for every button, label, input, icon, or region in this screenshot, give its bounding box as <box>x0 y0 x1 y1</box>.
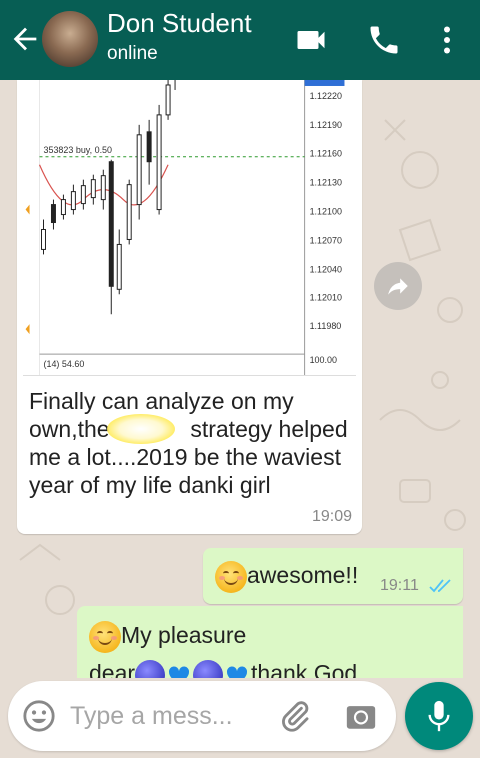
message-text: thank God <box>251 660 358 678</box>
smiling-emoji-icon <box>215 560 247 593</box>
message-input-bar <box>8 681 396 751</box>
attach-icon[interactable] <box>278 699 312 733</box>
message-time: 19:11 <box>380 577 419 594</box>
avatar[interactable] <box>42 11 98 67</box>
order-label: 353823 buy, 0.50 <box>43 145 112 155</box>
blue-heart-icon <box>169 666 190 678</box>
outgoing-message[interactable]: My pleasure dear thank God <box>77 606 463 678</box>
message-line-1: My pleasure <box>89 620 246 653</box>
message-time: 19:09 <box>311 508 352 525</box>
forward-icon <box>388 278 408 295</box>
mic-icon <box>428 700 450 732</box>
phone-icon[interactable] <box>366 22 402 58</box>
purple-circle-emoji-icon <box>135 659 166 678</box>
message-text: dear <box>89 660 136 678</box>
read-ticks-icon <box>429 579 451 593</box>
price-tick: 1.12100 <box>310 207 342 217</box>
voice-message-button[interactable] <box>405 682 473 750</box>
message-line-2: dear thank God <box>89 658 357 678</box>
video-call-icon[interactable] <box>293 22 329 58</box>
message-input[interactable] <box>70 699 260 733</box>
blurred-word-highlight <box>107 414 175 444</box>
price-tick: 1.12160 <box>310 149 342 159</box>
indicator-label: (14) 54.60 <box>43 359 84 369</box>
emoji-icon[interactable] <box>22 699 56 733</box>
blue-heart-icon <box>227 666 248 678</box>
chat-header: Don Student online <box>0 0 480 80</box>
smiling-emoji-icon <box>89 620 121 653</box>
purple-circle-emoji-icon <box>193 659 224 678</box>
incoming-message[interactable]: 353823 buy, 0.50 1.12220 1.12190 1.12160… <box>17 80 362 534</box>
message-caption: Finally can analyze on my own,the strate… <box>29 387 349 499</box>
price-tick: 1.12040 <box>310 264 342 274</box>
forward-button[interactable] <box>374 262 422 310</box>
price-tick: 1.12010 <box>310 292 342 302</box>
outgoing-message[interactable]: awesome!! 19:11 <box>203 548 463 604</box>
price-tick: 1.12070 <box>310 235 342 245</box>
contact-name[interactable]: Don Student <box>107 8 252 38</box>
camera-icon[interactable] <box>344 700 378 732</box>
message-text: awesome!! <box>247 562 359 588</box>
back-arrow-icon[interactable] <box>8 22 42 56</box>
price-tick: 1.12190 <box>310 120 342 130</box>
message-text: My pleasure <box>121 622 247 648</box>
price-tick: 1.12130 <box>310 178 342 188</box>
more-options-icon[interactable] <box>429 22 465 58</box>
price-tick: 1.12220 <box>310 91 342 101</box>
indicator-scale: 100.00 <box>310 355 337 365</box>
message-text-row: awesome!! <box>215 559 358 593</box>
trading-chart-screenshot[interactable]: 353823 buy, 0.50 1.12220 1.12190 1.12160… <box>23 80 356 376</box>
price-tick: 1.11980 <box>310 321 342 331</box>
contact-status: online <box>107 43 158 64</box>
